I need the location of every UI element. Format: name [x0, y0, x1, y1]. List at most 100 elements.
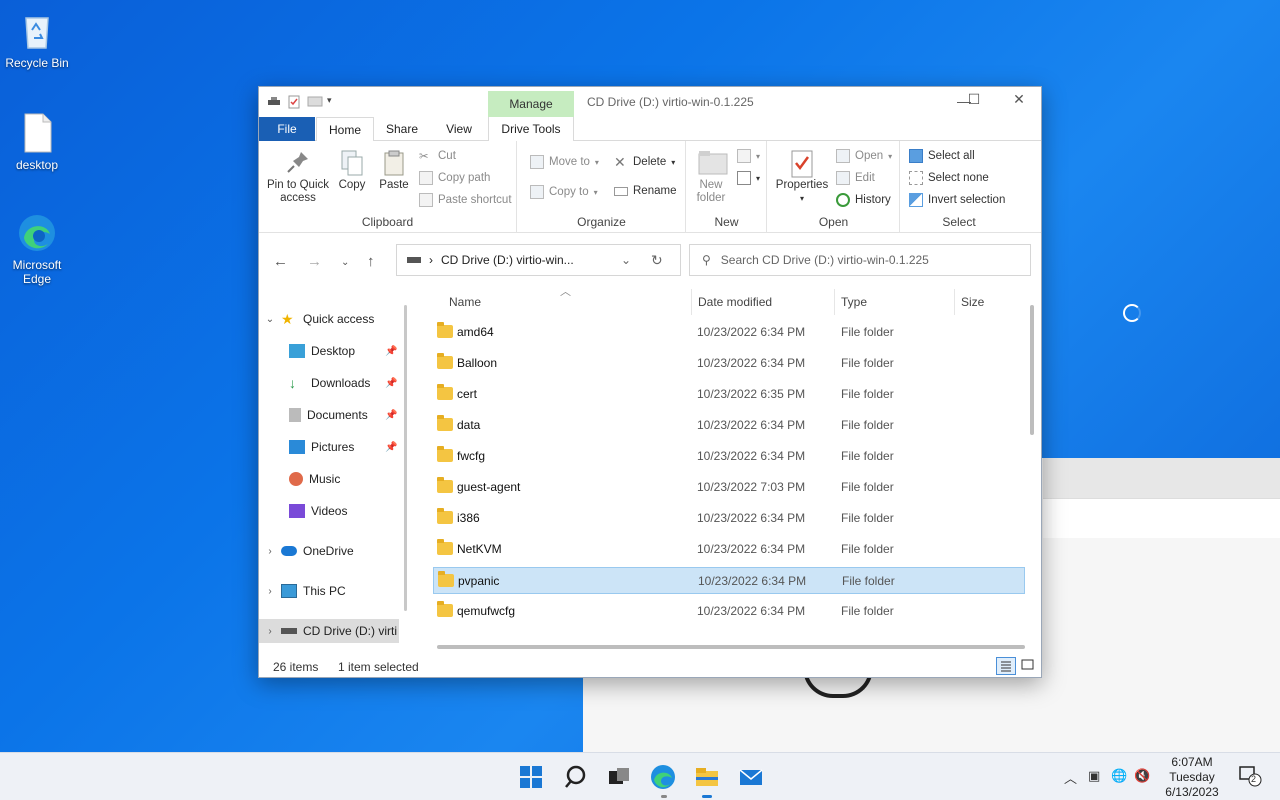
- open-icon: [836, 149, 850, 163]
- select-all-button[interactable]: Select all: [909, 149, 975, 163]
- new-folder-quick-icon[interactable]: [307, 95, 323, 107]
- mail-icon[interactable]: [737, 763, 765, 791]
- easy-access-button[interactable]: ▾: [737, 171, 760, 185]
- open-button[interactable]: Open ▾: [836, 149, 892, 163]
- maximize-icon[interactable]: ☐: [962, 91, 986, 109]
- file-row[interactable]: pvpanic 10/23/2022 6:34 PM File folder: [433, 567, 1025, 594]
- speaker-muted-icon[interactable]: 🔇: [1134, 768, 1150, 784]
- network-adapter-icon[interactable]: ▣: [1088, 768, 1100, 784]
- nav-pane-scrollbar[interactable]: [404, 305, 407, 611]
- history-button[interactable]: History: [836, 193, 891, 207]
- desktop-icon-desktop-file[interactable]: desktop: [4, 112, 70, 172]
- tab-share[interactable]: Share: [377, 117, 427, 141]
- recent-locations-chevron-icon[interactable]: ⌄: [341, 257, 349, 268]
- desktop-icon-recycle-bin[interactable]: Recycle Bin: [4, 10, 70, 70]
- nav-this-pc[interactable]: › This PC: [259, 579, 399, 603]
- properties-button[interactable]: Properties ▾: [772, 149, 832, 205]
- file-row[interactable]: NetKVM 10/23/2022 6:34 PM File folder: [433, 536, 1025, 563]
- tab-view[interactable]: View: [433, 117, 485, 141]
- qat-dropdown-icon[interactable]: ▾: [327, 95, 335, 107]
- paste-shortcut-button[interactable]: Paste shortcut: [419, 193, 512, 207]
- nav-cd-drive[interactable]: › CD Drive (D:) virti: [259, 619, 399, 643]
- task-view-icon[interactable]: [605, 763, 633, 791]
- cut-button[interactable]: ✂ Cut: [419, 149, 456, 163]
- rename-button[interactable]: Rename: [614, 185, 676, 197]
- refresh-icon[interactable]: ↻: [651, 252, 663, 269]
- file-row[interactable]: fwcfg 10/23/2022 6:34 PM File folder: [433, 443, 1025, 470]
- column-headers: ︿ Name Date modified Type Size: [433, 286, 1028, 315]
- nav-item-videos[interactable]: Videos: [259, 499, 399, 523]
- nav-item-desktop[interactable]: Desktop 📌: [259, 339, 399, 363]
- new-folder-icon: [698, 149, 728, 175]
- column-header-date[interactable]: Date modified: [691, 289, 835, 315]
- paste-button[interactable]: Paste: [375, 149, 413, 192]
- address-dropdown-icon[interactable]: ⌄: [621, 253, 631, 267]
- search-input[interactable]: ⚲ Search CD Drive (D:) virtio-win-0.1.22…: [689, 244, 1031, 276]
- file-row[interactable]: data 10/23/2022 6:34 PM File folder: [433, 412, 1025, 439]
- file-row[interactable]: amd64 10/23/2022 6:34 PM File folder: [433, 319, 1025, 346]
- file-row[interactable]: Balloon 10/23/2022 6:34 PM File folder: [433, 350, 1025, 377]
- new-item-button[interactable]: ▾: [737, 149, 760, 163]
- show-hidden-icons-icon[interactable]: ︿: [1064, 768, 1077, 787]
- back-arrow-icon[interactable]: ←: [273, 253, 288, 270]
- start-icon[interactable]: [517, 763, 545, 791]
- tab-drive-tools[interactable]: Drive Tools: [488, 117, 574, 141]
- file-list-horizontal-scrollbar[interactable]: [437, 645, 1025, 649]
- expand-chevron-icon[interactable]: ›: [259, 586, 281, 597]
- expand-chevron-icon[interactable]: ›: [259, 546, 281, 557]
- copy-button[interactable]: Copy: [333, 149, 371, 192]
- folder-icon: [437, 539, 453, 555]
- select-none-button[interactable]: Select none: [909, 171, 989, 185]
- nav-item-downloads[interactable]: ↓ Downloads 📌: [259, 371, 399, 395]
- notification-center-icon[interactable]: 2: [1238, 765, 1262, 790]
- nav-onedrive[interactable]: › OneDrive: [259, 539, 399, 563]
- file-explorer-taskbar-icon[interactable]: [693, 763, 721, 791]
- properties-quick-icon[interactable]: [287, 95, 301, 109]
- tab-file[interactable]: File: [259, 117, 315, 141]
- move-to-button[interactable]: Move to ▾: [530, 155, 599, 169]
- invert-selection-icon: [909, 193, 923, 207]
- file-name: cert: [457, 387, 478, 401]
- nav-item-music[interactable]: Music: [259, 467, 399, 491]
- nav-item-pictures[interactable]: Pictures 📌: [259, 435, 399, 459]
- file-row[interactable]: cert 10/23/2022 6:35 PM File folder: [433, 381, 1025, 408]
- edit-button[interactable]: Edit: [836, 171, 875, 185]
- drive-icon[interactable]: [267, 95, 281, 107]
- up-arrow-icon[interactable]: ↑: [367, 253, 375, 270]
- tab-home[interactable]: Home: [316, 117, 374, 142]
- edge-taskbar-icon[interactable]: [649, 763, 677, 791]
- nav-item-documents[interactable]: Documents 📌: [259, 403, 399, 427]
- paste-shortcut-icon: [419, 193, 433, 207]
- copy-path-button[interactable]: Copy path: [419, 171, 490, 185]
- pin-quick-access-button[interactable]: Pin to Quick access: [263, 149, 333, 205]
- search-icon: ⚲: [702, 253, 711, 267]
- notification-count: 2: [1251, 774, 1257, 784]
- expand-chevron-icon[interactable]: ⌄: [259, 314, 281, 325]
- file-row[interactable]: i386 10/23/2022 6:34 PM File folder: [433, 505, 1025, 532]
- nav-quick-access[interactable]: ⌄ ★ Quick access: [259, 307, 399, 331]
- desktop-icon-edge[interactable]: Microsoft Edge: [4, 212, 70, 286]
- invert-selection-button[interactable]: Invert selection: [909, 193, 1005, 207]
- file-list-vertical-scrollbar[interactable]: [1030, 305, 1034, 435]
- clock[interactable]: 6:07AM Tuesday 6/13/2023: [1163, 755, 1221, 800]
- copy-to-button[interactable]: Copy to ▾: [530, 185, 598, 199]
- drive-small-icon: [407, 257, 421, 263]
- close-icon[interactable]: ✕: [1007, 91, 1031, 109]
- desktop-icon-label: desktop: [15, 158, 59, 172]
- details-view-icon[interactable]: [996, 657, 1016, 675]
- file-row[interactable]: guest-agent 10/23/2022 7:03 PM File folder: [433, 474, 1025, 501]
- delete-button[interactable]: ✕ Delete ▾: [614, 155, 675, 169]
- column-header-size[interactable]: Size: [955, 289, 1025, 315]
- large-icons-view-icon[interactable]: [1019, 657, 1039, 675]
- forward-arrow-icon[interactable]: →: [307, 253, 322, 270]
- globe-icon[interactable]: 🌐: [1111, 768, 1127, 784]
- file-date: 10/23/2022 6:34 PM: [697, 356, 806, 370]
- address-path: CD Drive (D:) virtio-win...: [441, 253, 574, 267]
- address-field[interactable]: › CD Drive (D:) virtio-win... ⌄: [396, 244, 681, 276]
- column-header-type[interactable]: Type: [835, 289, 955, 315]
- column-header-name[interactable]: Name: [443, 289, 693, 315]
- search-icon[interactable]: [562, 763, 590, 791]
- new-folder-button[interactable]: New folder: [691, 149, 731, 205]
- file-row[interactable]: qemufwcfg 10/23/2022 6:34 PM File folder: [433, 598, 1025, 625]
- expand-chevron-icon[interactable]: ›: [259, 626, 281, 637]
